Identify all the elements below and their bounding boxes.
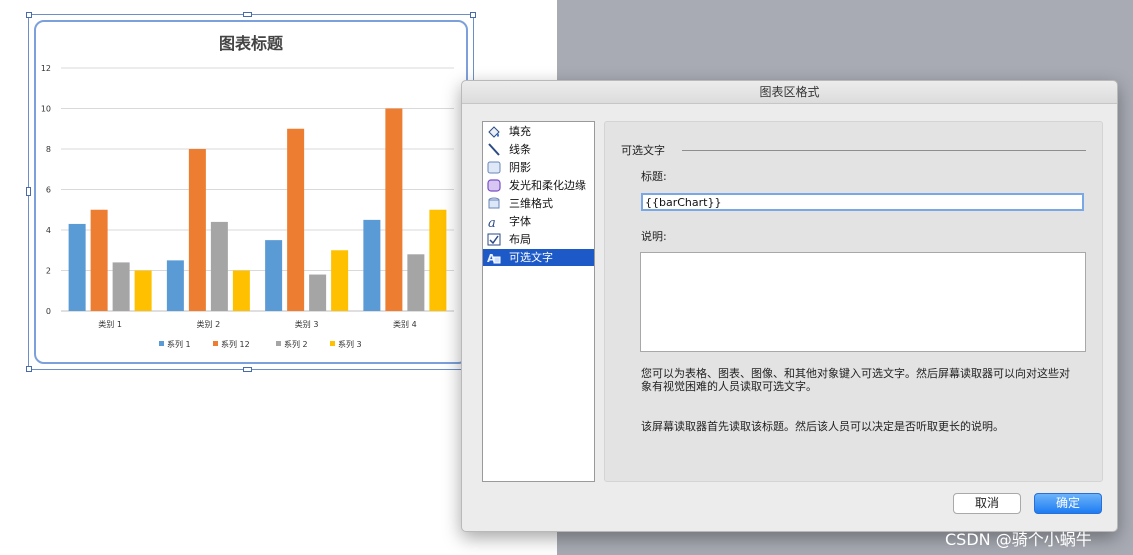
chart-title: 图表标题: [219, 34, 284, 53]
bar: [134, 270, 152, 311]
category-label: 布局: [509, 233, 531, 246]
legend-swatch: [330, 341, 335, 346]
title-label: 标题:: [641, 170, 667, 183]
y-tick-label: 2: [46, 267, 51, 276]
chart-object[interactable]: 图表标题 0 2 4 6 8 10 12 类别 1 类别 2 类别 3 类别 4 系列 1 系列 12 系列…: [26, 12, 476, 372]
bar: [166, 260, 184, 311]
y-tick-label: 12: [41, 64, 51, 73]
bar: [232, 270, 250, 311]
bar: [287, 128, 305, 311]
x-tick-label: 类别 1: [98, 319, 122, 329]
category-label: 线条: [509, 143, 531, 156]
alt-text-icon: A: [487, 251, 501, 265]
section-title: 可选文字: [621, 144, 665, 157]
description-label: 说明:: [641, 230, 667, 243]
bar: [385, 108, 403, 311]
bar: [112, 262, 130, 311]
shadow-icon: [487, 161, 501, 174]
alt-text-panel: 可选文字 标题: 说明: 您可以为表格、图表、图像、和其他对象键入可选文字。然后…: [604, 121, 1103, 482]
y-tick-label: 0: [46, 307, 51, 316]
bar: [90, 209, 108, 311]
category-item[interactable]: 填充: [483, 123, 594, 140]
x-tick-label: 类别 4: [393, 319, 417, 329]
section-divider: [682, 150, 1086, 151]
info-text-line-3: 该屏幕读取器首先读取该标题。然后该人员可以决定是否听取更长的说明。: [641, 420, 1004, 433]
category-label: 可选文字: [509, 251, 553, 264]
category-item[interactable]: 三维格式: [483, 195, 594, 212]
bar: [188, 149, 206, 311]
y-tick-label: 8: [46, 145, 51, 154]
legend-label: 系列 12: [221, 339, 250, 349]
y-tick-label: 10: [41, 105, 51, 114]
x-tick-label: 类别 2: [197, 319, 221, 329]
watermark: CSDN @骑个小蜗牛: [945, 530, 1092, 549]
category-label: 字体: [509, 215, 531, 228]
category-list[interactable]: 填充线条阴影发光和柔化边缘 三维格式 a 字体布局 A 可选文字: [482, 121, 595, 482]
fill-bucket-icon: [487, 125, 501, 138]
category-label: 阴影: [509, 161, 531, 174]
category-item[interactable]: 阴影: [483, 159, 594, 176]
bar: [429, 209, 447, 311]
glow-icon: [487, 179, 501, 192]
category-item[interactable]: 布局: [483, 231, 594, 248]
cancel-button[interactable]: 取消: [953, 493, 1021, 514]
ok-button[interactable]: 确定: [1034, 493, 1102, 514]
format-chart-area-dialog: 图表区格式 填充线条阴影发光和柔化边缘 三维格式 a 字体布局 A 可选文字 可选文字 标…: [461, 80, 1118, 532]
legend-swatch: [213, 341, 218, 346]
bar: [363, 219, 381, 311]
bar: [407, 254, 425, 311]
layout-icon: [487, 233, 501, 246]
category-item[interactable]: A 可选文字: [483, 249, 594, 266]
legend-swatch: [276, 341, 281, 346]
info-text-line-1: 您可以为表格、图表、图像、和其他对象键入可选文字。然后屏幕读取器可以向对这些对: [641, 367, 1070, 380]
legend-label: 系列 3: [338, 339, 362, 349]
category-label: 发光和柔化边缘: [509, 179, 586, 192]
category-item[interactable]: 线条: [483, 141, 594, 158]
bar: [265, 240, 283, 311]
category-label: 三维格式: [509, 197, 553, 210]
font-icon: a: [487, 215, 501, 231]
bar: [210, 221, 228, 311]
title-input[interactable]: [641, 193, 1084, 211]
bar: [309, 274, 327, 311]
description-textarea[interactable]: [640, 252, 1086, 352]
bar-chart: 图表标题 0 2 4 6 8 10 12 类别 1 类别 2 类别 3 类别 4 系列 1 系列 12 系列…: [41, 34, 454, 349]
info-text-line-2: 象有视觉困难的人员读取可选文字。: [641, 380, 817, 393]
legend-label: 系列 2: [284, 339, 308, 349]
category-label: 填充: [509, 125, 531, 138]
dialog-title: 图表区格式: [462, 81, 1117, 104]
3d-format-icon: [487, 197, 501, 210]
y-tick-label: 4: [46, 226, 51, 235]
legend-swatch: [159, 341, 164, 346]
line-icon: [487, 143, 501, 156]
bar: [68, 223, 86, 311]
category-item[interactable]: a 字体: [483, 213, 594, 231]
category-item[interactable]: 发光和柔化边缘: [483, 177, 594, 194]
x-tick-label: 类别 3: [295, 319, 319, 329]
svg-text:a: a: [488, 216, 496, 228]
legend-label: 系列 1: [167, 339, 191, 349]
bar: [331, 250, 349, 311]
y-tick-label: 6: [46, 186, 51, 195]
